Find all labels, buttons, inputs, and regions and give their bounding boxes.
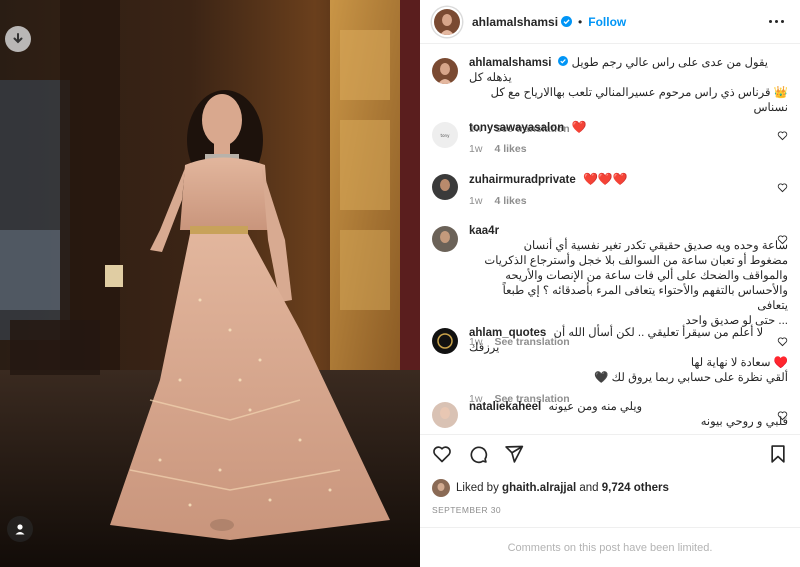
comment-username[interactable]: ahlam_quotes (469, 327, 546, 339)
comment-text-line: والأحساس بالتفهم والأحتواء يتعافى المرء … (502, 285, 788, 312)
post-sidebar: ahlamalshamsi • Follow ahlamalshamsi يقو… (420, 0, 800, 567)
likes-summary: Liked by ghaith.alrajjal and 9,724 other… (420, 477, 800, 499)
svg-text:tony: tony (441, 133, 451, 138)
avatar[interactable] (432, 174, 458, 200)
comment-like-heart-icon[interactable] (777, 232, 788, 250)
comments-list[interactable]: ahlamalshamsi يقول من عدى على راس عالي ر… (420, 44, 800, 434)
avatar[interactable] (432, 6, 462, 37)
more-icon (769, 20, 784, 23)
post-media[interactable] (0, 0, 420, 567)
avatar[interactable] (432, 402, 458, 428)
post-header: ahlamalshamsi • Follow (420, 0, 800, 44)
tag-person-icon (15, 524, 25, 535)
post-actions: Liked by ghaith.alrajjal and 9,724 other… (420, 434, 800, 515)
save-button[interactable] (768, 444, 788, 469)
heart-icon (433, 445, 451, 462)
comment-age: 1w (469, 143, 483, 155)
comment-like-heart-icon[interactable] (777, 180, 788, 198)
comment-item: zuhairmuradprivate ❤️❤️❤️ 1w 4 likes (432, 172, 788, 209)
comment-button[interactable] (468, 444, 488, 469)
comment-text-line: قلبي و روحي بيونه (700, 416, 788, 428)
comment-username[interactable]: nataliekaheel (469, 401, 541, 413)
comment-username[interactable]: zuhairmuradprivate (469, 174, 576, 186)
comment-text-line: ويلي منه ومن عيونه (548, 401, 643, 413)
avatar[interactable] (432, 226, 458, 252)
comment-text-line: ألقي نظرة على حسابي ربما يروق لك 🖤 (594, 372, 788, 384)
comment-username[interactable]: tonysawayasalon (469, 122, 564, 134)
avatar[interactable] (432, 58, 458, 84)
liked-by-mid: and (579, 482, 599, 494)
like-button[interactable] (432, 444, 452, 469)
comment-like-heart-icon[interactable] (777, 128, 788, 146)
username[interactable]: ahlamalshamsi (472, 15, 558, 29)
comment-age: 1w (469, 195, 483, 207)
verified-icon (561, 16, 573, 27)
comment-text: ❤️❤️❤️ (582, 172, 628, 186)
comments-limited-notice: Comments on this post have been limited. (420, 527, 800, 567)
liked-by-user[interactable]: ghaith.alrajjal (502, 482, 576, 494)
caption-username[interactable]: ahlamalshamsi (469, 57, 551, 69)
caption-text-line2: 👑 قرناس ذي راس مرحوم عسيرالمنالي تلعب به… (490, 87, 788, 114)
tagged-people-button[interactable] (7, 516, 33, 542)
comment-likes[interactable]: 4 likes (494, 142, 526, 157)
share-icon (505, 445, 524, 463)
comment-item: tony tonysawayasalon ❤️ 1w 4 likes (432, 120, 788, 157)
likes-count[interactable]: 9,724 others (602, 482, 669, 494)
comment-item: nataliekaheel ويلي منه ومن عيونه قلبي و … (432, 400, 788, 430)
post-photo (0, 0, 420, 567)
separator-dot: • (578, 14, 583, 29)
liked-by-prefix: Liked by (456, 482, 499, 494)
comment-text-line: مضغوط أو تعبان ساعة من السوالف بلا خجل و… (484, 255, 788, 267)
comment-username[interactable]: kaa4r (469, 225, 499, 237)
post-modal: ahlamalshamsi • Follow ahlamalshamsi يقو… (0, 0, 800, 567)
avatar[interactable]: tony (432, 122, 458, 148)
post-date[interactable]: SEPTEMBER 30 (420, 505, 800, 515)
comment-text: ❤️ (571, 120, 587, 134)
download-button[interactable] (5, 26, 31, 52)
comment-item: ahlam_quotes لا أعلم من سيقرأ تعليقي .. … (432, 326, 788, 407)
comment-text-line: والمواقف والضحك على ألي فات ساعة من الإن… (505, 270, 788, 282)
download-icon (13, 33, 23, 44)
comment-likes[interactable]: 4 likes (494, 194, 526, 209)
verified-icon (558, 56, 569, 66)
avatar[interactable] (432, 328, 458, 354)
comment-icon (470, 446, 488, 463)
avatar[interactable] (432, 479, 450, 497)
more-options-button[interactable] (765, 16, 788, 27)
comment-like-heart-icon[interactable] (777, 334, 788, 352)
comment-like-heart-icon[interactable] (777, 408, 788, 426)
comment-text-line: ساعة وحده ويه صديق حقيقي تكدر تغير نفسية… (523, 240, 788, 252)
comment-text-line: ♥️ سعادة لا نهاية لها (690, 357, 788, 369)
share-button[interactable] (504, 444, 524, 469)
bookmark-icon (771, 444, 785, 463)
follow-button[interactable]: Follow (588, 15, 626, 29)
